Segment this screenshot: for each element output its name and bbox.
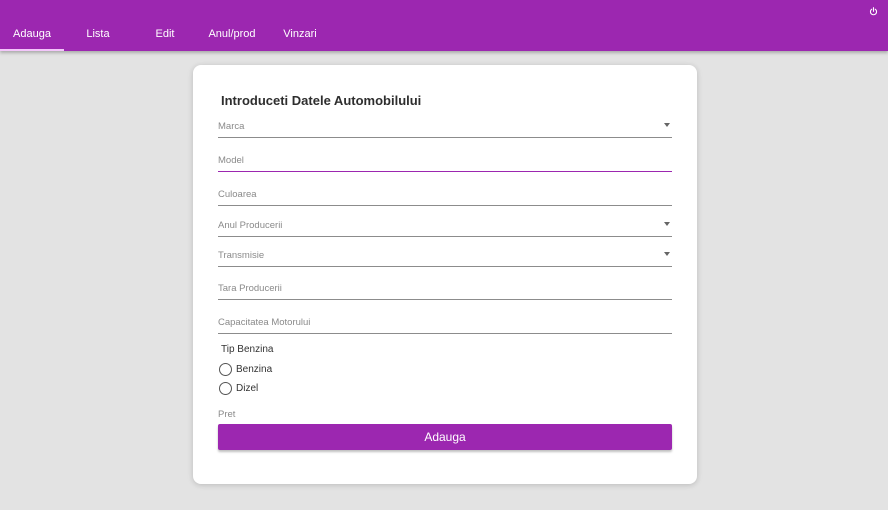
fuel-type-label: Tip Benzina [221, 344, 274, 355]
capacitatea-motorului-input[interactable]: Capacitatea Motorului [218, 313, 672, 334]
model-placeholder: Model [218, 155, 244, 166]
tab-lista[interactable]: Lista [75, 22, 121, 48]
pret-label: Pret [218, 409, 236, 420]
tara-producerii-input[interactable]: Tara Producerii [218, 279, 672, 300]
tab-adauga[interactable]: Adauga [0, 22, 64, 51]
add-button[interactable]: Adauga [218, 424, 672, 450]
culoarea-input[interactable]: Culoarea [218, 185, 672, 206]
anul-producerii-select[interactable]: Anul Producerii [218, 216, 672, 237]
tab-vinzari[interactable]: Vinzari [276, 22, 324, 48]
capacitatea-motorului-placeholder: Capacitatea Motorului [218, 317, 311, 328]
culoarea-placeholder: Culoarea [218, 189, 257, 200]
chevron-down-icon [664, 123, 670, 127]
chevron-down-icon [664, 252, 670, 256]
transmisie-placeholder: Transmisie [218, 250, 265, 261]
model-input[interactable]: Model [218, 151, 672, 172]
tara-producerii-placeholder: Tara Producerii [218, 283, 282, 294]
add-car-form-card: Introduceti Datele Automobilului Marca M… [193, 65, 697, 484]
top-navigation-bar: Adauga Lista Edit Anul/prod Vinzari [0, 0, 888, 51]
chevron-down-icon [664, 222, 670, 226]
radio-benzina-label: Benzina [236, 364, 273, 375]
marca-placeholder: Marca [218, 121, 245, 132]
form-title: Introduceti Datele Automobilului [221, 93, 422, 108]
anul-producerii-placeholder: Anul Producerii [218, 220, 283, 231]
radio-dizel-label: Dizel [236, 383, 259, 394]
tab-edit[interactable]: Edit [143, 22, 187, 48]
power-icon[interactable] [869, 7, 878, 16]
radio-circle-icon[interactable] [219, 382, 232, 395]
radio-circle-icon[interactable] [219, 363, 232, 376]
transmisie-select[interactable]: Transmisie [218, 246, 672, 267]
marca-select[interactable]: Marca [218, 117, 672, 138]
tab-anul-prod[interactable]: Anul/prod [203, 22, 261, 48]
